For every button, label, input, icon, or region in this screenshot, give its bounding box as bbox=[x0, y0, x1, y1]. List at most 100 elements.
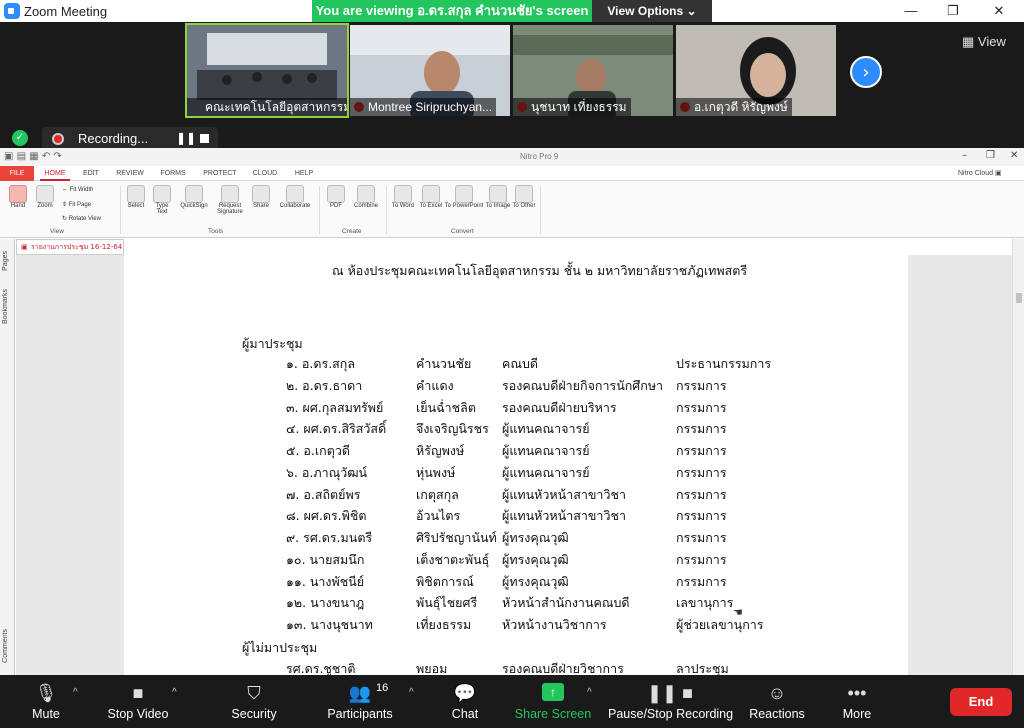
bookmarks-panel-button[interactable]: Bookmarks bbox=[2, 289, 9, 324]
view-options-button[interactable]: View Options ⌄ bbox=[592, 0, 712, 22]
stop-video-button[interactable]: ■ Stop Video bbox=[104, 675, 172, 728]
table-row: ๙. รศ.ดร.มนตรี ศิริปรัชญานันท์ ผู้ทรงคุณวุ… bbox=[0, 528, 1024, 548]
security-button[interactable]: ⛉ Security bbox=[226, 675, 282, 728]
member-role: กรรมการ bbox=[676, 443, 727, 458]
pause-stop-recording-button[interactable]: ❚❚ ■ Pause/Stop Recording bbox=[608, 675, 733, 728]
table-row: ๘. ผศ.ดร.พิชิต อ้วนไตร ผู้แทนหัวหน้าสาขาวิ… bbox=[0, 506, 1024, 526]
nitro-cloud-link[interactable]: Nitro Cloud ▣ bbox=[958, 169, 1002, 177]
maximize-icon[interactable]: ❐ bbox=[938, 2, 968, 20]
fit-width-button[interactable]: ⇔ Fit Width bbox=[62, 187, 93, 193]
tab-review[interactable]: REVIEW bbox=[114, 166, 146, 181]
chevron-up-icon[interactable]: ^ bbox=[172, 687, 177, 698]
member-name: ๑๒. นางขนาฎ bbox=[286, 595, 365, 611]
chevron-up-icon[interactable]: ^ bbox=[409, 687, 414, 698]
quick-access-toolbar[interactable]: ▣ ▤ ▦ ↶ ↷ bbox=[4, 151, 62, 162]
video-strip: คณะเทคโนโลยีอุตสาหกรรม ! Montree Siripru… bbox=[0, 22, 1024, 151]
member-name: ๕. อ.เกตุวดี bbox=[286, 443, 350, 458]
tab-protect[interactable]: PROTECT bbox=[202, 166, 238, 181]
hand-tool-button[interactable]: Hand bbox=[6, 185, 30, 209]
other-format-icon bbox=[515, 185, 533, 203]
zoom-app-icon bbox=[4, 3, 20, 19]
create-pdf-button[interactable]: PDF bbox=[324, 185, 348, 209]
to-excel-button[interactable]: To Excel bbox=[418, 185, 444, 209]
pause-recording-icon[interactable]: ❚❚ bbox=[176, 131, 196, 145]
chevron-up-icon[interactable]: ^ bbox=[73, 687, 78, 698]
rotate-view-button[interactable]: ↻ Rotate View bbox=[62, 215, 101, 222]
more-button[interactable]: ••• More bbox=[836, 675, 878, 728]
fit-page-button[interactable]: ⇕ Fit Page bbox=[62, 201, 91, 208]
tab-home[interactable]: HOME bbox=[40, 166, 70, 181]
hand-cursor-icon: ☚ bbox=[733, 606, 743, 619]
close-icon[interactable]: ✕ bbox=[984, 2, 1014, 20]
to-other-button[interactable]: To Other bbox=[511, 185, 537, 209]
select-tool-button[interactable]: Select bbox=[124, 185, 148, 209]
group-create-label: Create bbox=[342, 228, 362, 235]
pdf-icon bbox=[327, 185, 345, 203]
member-name: ๘. ผศ.ดร.พิชิต bbox=[286, 508, 367, 524]
tab-help[interactable]: HELP bbox=[292, 166, 316, 181]
to-word-button[interactable]: To Word bbox=[390, 185, 416, 209]
minimize-icon[interactable]: – bbox=[962, 150, 967, 161]
fit-page-label: Fit Page bbox=[68, 202, 92, 208]
member-role: กรรมการ bbox=[676, 464, 727, 480]
to-powerpoint-button[interactable]: To PowerPoint bbox=[444, 185, 484, 209]
to-image-button[interactable]: To Image bbox=[484, 185, 512, 209]
mute-button[interactable]: 🎙 Mute bbox=[20, 675, 72, 728]
document-tab[interactable]: ▣ รายงานการประชุม 16-12-64 bbox=[16, 239, 124, 255]
recording-label: Recording... bbox=[78, 131, 149, 146]
chevron-up-icon[interactable]: ^ bbox=[587, 687, 592, 698]
tab-edit[interactable]: EDIT bbox=[80, 166, 102, 181]
member-name: ๓. ผศ.กุลสมทรัพย์ bbox=[286, 399, 384, 415]
member-name: ๙. รศ.ดร.มนตรี bbox=[286, 530, 373, 545]
close-icon[interactable]: ✕ bbox=[1010, 150, 1018, 161]
stop-video-label: Stop Video bbox=[107, 707, 169, 721]
member-name: ๖. อ.ภาณุวัฒน์ bbox=[286, 464, 368, 480]
scrollbar-thumb[interactable] bbox=[1016, 293, 1022, 303]
nitro-app-title: Nitro Pro 9 bbox=[520, 152, 559, 161]
request-signature-button[interactable]: Request Signature bbox=[213, 185, 247, 215]
member-name: ๒. อ.ดร.ธาดา bbox=[286, 377, 363, 393]
participant-tile-2[interactable]: นุชนาท เที่ยงธรรม bbox=[513, 25, 673, 116]
combine-button[interactable]: Combine bbox=[350, 185, 382, 209]
participant-tile-3[interactable]: อ.เกตุวดี หิรัญพงษ์ bbox=[676, 25, 836, 116]
member-surname: จึงเจริญนิรชร bbox=[416, 421, 489, 437]
minimize-icon[interactable]: — bbox=[896, 2, 926, 20]
maximize-icon[interactable]: ❐ bbox=[986, 150, 995, 161]
select-cursor-icon bbox=[127, 185, 145, 203]
pages-panel-button[interactable]: Pages bbox=[2, 251, 9, 271]
table-row: ๕. อ.เกตุวดี หิรัญพงษ์ ผู้แทนคณาจารย์ กรรมก… bbox=[0, 441, 1024, 461]
share-screen-button[interactable]: ↑ Share Screen bbox=[514, 675, 592, 728]
to-image-label: To Image bbox=[485, 203, 511, 209]
ribbon-divider bbox=[386, 186, 387, 234]
type-text-button[interactable]: Type Text bbox=[150, 185, 174, 215]
table-row: ๔. ผศ.ดร.สิริสวัสดิ์ จึงเจริญนิรชร ผู้แทนค… bbox=[0, 419, 1024, 439]
share-button[interactable]: Share bbox=[249, 185, 273, 209]
participant-tile-0[interactable]: คณะเทคโนโลยีอุตสาหกรรม ! bbox=[185, 23, 349, 118]
zoom-tool-button[interactable]: Zoom bbox=[33, 185, 57, 209]
member-surname: เที่ยงธรรม bbox=[416, 617, 472, 632]
tab-forms[interactable]: FORMS bbox=[158, 166, 188, 181]
group-view-label: View bbox=[50, 228, 64, 235]
tab-file[interactable]: FILE bbox=[0, 166, 34, 181]
end-meeting-button[interactable]: End bbox=[950, 688, 1012, 716]
share-screen-arrow-icon: ↑ bbox=[542, 683, 564, 701]
meeting-controls: 🎙 Mute ^ ■ Stop Video ^ ⛉ Security 👥 Partici… bbox=[0, 675, 1024, 728]
stop-recording-icon[interactable] bbox=[200, 134, 209, 143]
collaborate-button[interactable]: Collaborate bbox=[275, 185, 315, 209]
tab-cloud[interactable]: CLOUD bbox=[250, 166, 280, 181]
member-position: ผู้ทรงคุณวุฒิ bbox=[502, 551, 569, 567]
chat-button[interactable]: 💬 Chat bbox=[444, 675, 486, 728]
participant-tile-1[interactable]: Montree Siripruchyan... bbox=[350, 25, 510, 116]
window-title: Zoom Meeting bbox=[24, 4, 108, 19]
member-role: กรรมการ bbox=[676, 530, 727, 545]
table-row: ๓. ผศ.กุลสมทรัพย์ เย็นฉ่ำชลิต รองคณบดีฝ่าย… bbox=[0, 398, 1024, 418]
view-button[interactable]: ▦ View bbox=[962, 34, 1006, 50]
reactions-label: Reactions bbox=[749, 707, 805, 721]
reactions-button[interactable]: ☺ Reactions bbox=[748, 675, 806, 728]
next-page-arrow-icon[interactable]: › bbox=[850, 56, 882, 88]
participants-icon: 👥 bbox=[348, 683, 372, 703]
member-surname: หุ่นพงษ์ bbox=[416, 464, 456, 480]
quicksign-button[interactable]: QuickSign bbox=[176, 185, 212, 209]
security-label: Security bbox=[231, 707, 277, 721]
hand-label: Hand bbox=[10, 203, 26, 209]
